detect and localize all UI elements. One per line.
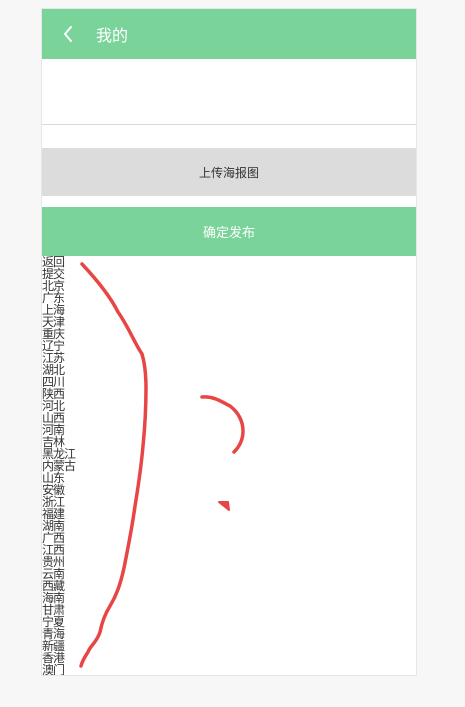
drawn-stroke-hook bbox=[200, 395, 245, 454]
publish-button[interactable]: 确定发布 bbox=[42, 207, 416, 256]
chevron-left-icon bbox=[63, 26, 73, 42]
drawn-stroke-dot bbox=[218, 501, 230, 511]
app-window: 我的 上传海报图 确定发布 返回 提交 北京 广东 上海 天津 重庆 辽宁 江苏 湖北 四川 陕西 河北… bbox=[41, 8, 417, 676]
page-title: 我的 bbox=[96, 26, 129, 45]
back-button[interactable] bbox=[42, 9, 94, 59]
upload-poster-button[interactable]: 上传海报图 bbox=[42, 148, 416, 196]
top-nav-bar: 我的 bbox=[42, 9, 416, 59]
region-list: 返回 提交 北京 广东 上海 天津 重庆 辽宁 江苏 湖北 四川 陕西 河北 山西 河南 吉林 黑龙江 内蒙古 山东… bbox=[42, 256, 102, 675]
region-item[interactable]: 澳门 bbox=[42, 664, 102, 675]
text-input-area[interactable] bbox=[42, 59, 416, 125]
